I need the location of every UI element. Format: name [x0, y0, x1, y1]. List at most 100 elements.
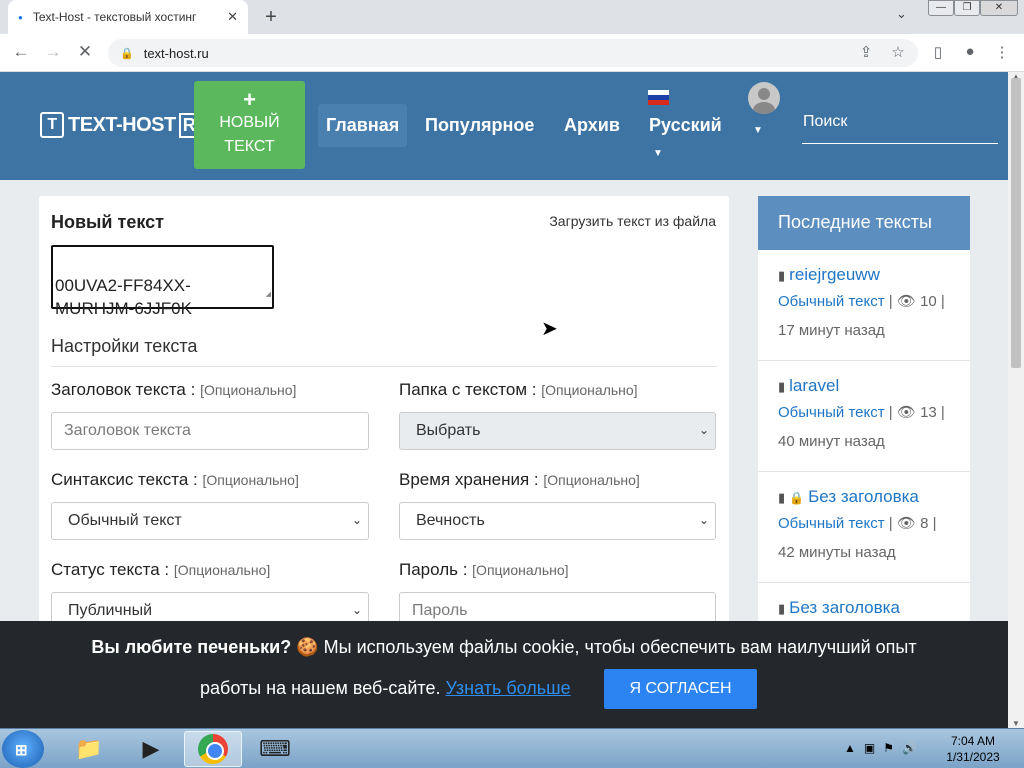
mouse-cursor-icon: ➤ — [541, 318, 558, 340]
nav-archive[interactable]: Архив — [556, 104, 628, 147]
menu-dots-icon[interactable]: ⋮ — [992, 43, 1012, 61]
item-title-link[interactable]: Без заголовка — [808, 487, 919, 506]
chevron-down-icon: ⌄ — [351, 603, 362, 617]
chevron-down-icon: ⌄ — [698, 513, 709, 527]
tab-strip: ● Text-Host - текстовый хостинг ✕ + ⌄ — … — [0, 0, 1024, 34]
plus-icon: + — [243, 87, 256, 112]
windows-logo-icon: ⊞ — [15, 742, 28, 759]
system-clock[interactable]: 7:04 AM 1/31/2023 — [940, 733, 1006, 765]
document-icon: ▮ — [778, 490, 786, 505]
volume-icon[interactable]: 🔊 — [902, 741, 917, 755]
document-icon: ▮ — [778, 379, 786, 394]
cookie-line1: Вы любите печеньки? 🍪 Мы используем файл… — [0, 637, 1008, 658]
text-content-area[interactable]: 00UVA2-FF84XX- MURHJM-6JJF0K ◢ — [51, 245, 274, 318]
folder-select[interactable]: Выбрать ⌄ — [399, 412, 716, 450]
nav-popular[interactable]: Популярное — [417, 104, 542, 147]
stop-loading-icon[interactable]: ✕ — [74, 42, 96, 62]
keyboard-app-icon[interactable]: ⌨ — [246, 731, 304, 767]
side-panel-icon[interactable]: ▯ — [928, 43, 948, 61]
expire-label: Время хранения : [Опционально] — [399, 470, 640, 489]
start-button[interactable]: ⊞ — [2, 730, 44, 768]
network-icon[interactable]: ▣ — [864, 741, 875, 755]
media-player-icon[interactable]: ▶ — [122, 731, 180, 767]
cookie-message: 🍪 Мы используем файлы cookie, чтобы обес… — [296, 637, 917, 657]
clock-date: 1/31/2023 — [946, 750, 1000, 764]
item-time: 17 минут назад — [778, 322, 885, 339]
user-caret-icon[interactable]: ▼ — [753, 125, 763, 136]
folder-label: Папка с текстом : [Опционально] — [399, 380, 638, 399]
title-input[interactable]: Заголовок текста — [51, 412, 369, 450]
browser-tab[interactable]: ● Text-Host - текстовый хостинг ✕ — [8, 0, 248, 34]
minimize-button[interactable]: — — [928, 0, 954, 16]
item-title-link[interactable]: reiejrgeuww — [789, 265, 880, 284]
scroll-thumb[interactable] — [1011, 78, 1021, 368]
loading-dot-icon: ● — [18, 12, 23, 22]
item-type-link[interactable]: Обычный текст — [778, 404, 885, 421]
bookmark-star-icon[interactable]: ☆ — [888, 43, 908, 61]
agree-button[interactable]: Я СОГЛАСЕН — [604, 669, 757, 709]
logo-text: TEXT-HOST — [68, 113, 176, 136]
optional-note: [Опционально] — [202, 472, 299, 488]
password-label: Пароль : [Опционально] — [399, 560, 569, 579]
item-title-link[interactable]: Без заголовка — [789, 598, 900, 617]
search-input[interactable]: Поиск — [802, 107, 998, 144]
nav-home[interactable]: Главная — [318, 104, 408, 147]
list-item: ▮ laravel Обычный текст | 👁 13 | 40 минут… — [758, 361, 970, 472]
explorer-icon[interactable]: 📁 — [60, 731, 118, 767]
chrome-icon[interactable] — [184, 731, 242, 767]
lock-icon: 🔒 — [120, 47, 134, 60]
chevron-down-icon: ⌄ — [351, 513, 362, 527]
optional-note: [Опционально] — [472, 562, 569, 578]
tab-close-icon[interactable]: ✕ — [227, 9, 238, 25]
new-text-button[interactable]: + НОВЫЙ ТЕКСТ — [194, 81, 305, 169]
page-scrollbar[interactable]: ▲ ▼ — [1008, 72, 1024, 728]
divider — [51, 366, 717, 367]
site-logo[interactable]: T TEXT-HOST RU — [40, 112, 212, 138]
syntax-select[interactable]: Обычный текст ⌄ — [51, 502, 369, 540]
resize-handle-icon[interactable]: ◢ — [266, 283, 271, 306]
document-icon: ▮ — [778, 268, 786, 283]
tab-title: Text-Host - текстовый хостинг — [32, 10, 197, 24]
language-caret-icon[interactable]: ▼ — [653, 148, 663, 159]
cookie-line2: работы на нашем веб-сайте. Узнать больше — [200, 678, 571, 698]
item-type-link[interactable]: Обычный текст — [778, 515, 885, 532]
restore-button[interactable]: ❐ — [954, 0, 980, 16]
scroll-down-icon[interactable]: ▼ — [1012, 719, 1020, 728]
item-time: 40 минут назад — [778, 433, 885, 450]
sidebar-title: Последние тексты — [758, 196, 970, 250]
address-bar[interactable]: 🔒 text-host.ru — [108, 39, 918, 67]
close-window-button[interactable]: ✕ — [980, 0, 1018, 16]
back-icon[interactable]: ← — [10, 42, 32, 62]
logo-mark-icon: T — [40, 112, 64, 138]
optional-note: [Опционально] — [173, 562, 271, 578]
cookie-question: Вы любите печеньки? — [91, 637, 292, 657]
browser-toolbar: ← → ✕ 🔒 text-host.ru ⇪ ☆ ▯ ● ⋮ — [0, 34, 1024, 72]
cookie-banner: Вы любите печеньки? 🍪 Мы используем файл… — [0, 621, 1008, 728]
profile-icon[interactable]: ● — [960, 43, 980, 60]
new-tab-button[interactable]: + — [258, 4, 284, 30]
learn-more-link[interactable]: Узнать больше — [445, 678, 570, 698]
form-title: Новый текст — [51, 212, 164, 232]
forward-icon[interactable]: → — [42, 42, 64, 62]
expire-select[interactable]: Вечность ⌄ — [399, 502, 716, 540]
upload-from-file-link[interactable]: Загрузить текст из файла — [549, 213, 716, 229]
tab-search-icon[interactable]: ⌄ — [896, 6, 907, 22]
russian-flag-icon — [648, 90, 669, 105]
item-type-link[interactable]: Обычный текст — [778, 293, 885, 310]
action-center-icon[interactable]: ⚑ — [883, 741, 894, 755]
clock-time: 7:04 AM — [950, 734, 996, 748]
eye-icon: 👁 — [896, 515, 916, 532]
nav-language[interactable]: Русский — [641, 104, 730, 147]
share-icon[interactable]: ⇪ — [856, 43, 876, 61]
eye-icon: 👁 — [896, 404, 916, 421]
optional-note: [Опционально] — [543, 472, 640, 488]
system-tray: ▲ ▣ ⚑ 🔊 — [844, 741, 917, 755]
user-avatar[interactable] — [748, 82, 780, 114]
site-header: T TEXT-HOST RU + НОВЫЙ ТЕКСТ Главная Поп… — [0, 72, 1008, 180]
item-title-link[interactable]: laravel — [789, 376, 839, 395]
item-views: 8 — [920, 515, 929, 532]
document-icon: ▮ — [778, 601, 786, 616]
optional-note: [Опционально] — [200, 382, 297, 398]
page-viewport: T TEXT-HOST RU + НОВЫЙ ТЕКСТ Главная Поп… — [0, 72, 1008, 728]
tray-expand-icon[interactable]: ▲ — [844, 741, 856, 755]
